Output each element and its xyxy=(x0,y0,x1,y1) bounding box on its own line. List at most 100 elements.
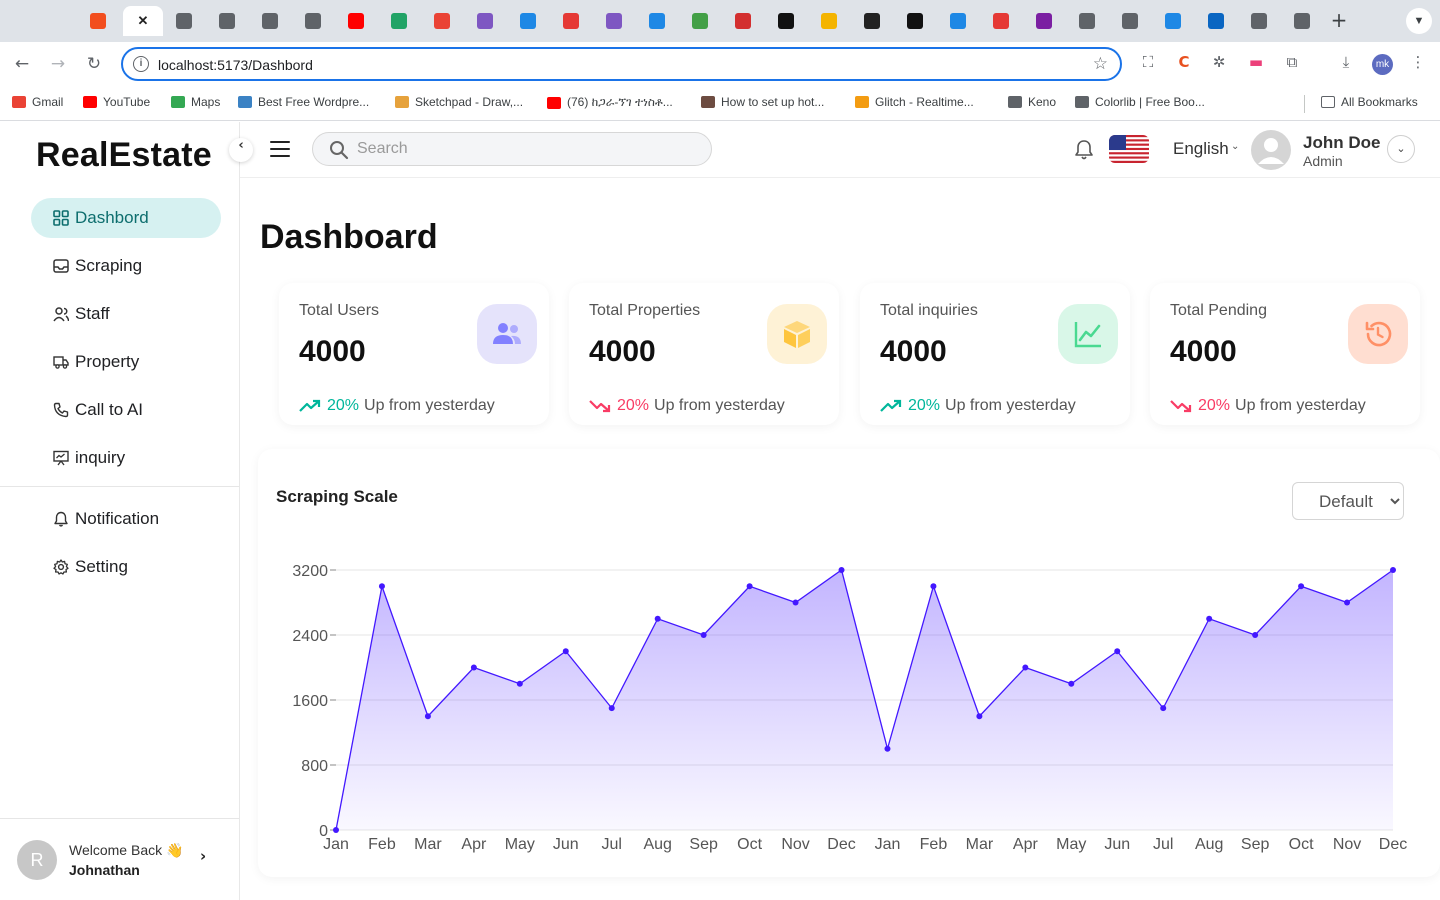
bookmark-item[interactable]: Best Free Wordpre... xyxy=(238,95,369,109)
bookmark-item[interactable]: Keno xyxy=(1008,95,1056,109)
sidebar-item-staff[interactable]: Staff xyxy=(31,294,221,334)
sidebar-item-call-to-ai[interactable]: Call to AI xyxy=(31,390,221,430)
bookmark-item[interactable]: How to set up hot... xyxy=(701,95,824,109)
bookmark-item[interactable]: Colorlib | Free Boo... xyxy=(1075,95,1205,109)
browser-tab[interactable] xyxy=(209,6,245,36)
tab-favicon-icon xyxy=(1208,13,1224,29)
profile-avatar[interactable]: mk xyxy=(1372,54,1393,75)
browser-tab[interactable] xyxy=(553,6,589,36)
tab-search-button[interactable]: ▼ xyxy=(1406,8,1432,34)
tab-favicon-icon xyxy=(993,13,1009,29)
browser-menu-icon[interactable]: ⋮ xyxy=(1407,53,1429,75)
browser-tab[interactable] xyxy=(381,6,417,36)
bookmark-item[interactable]: YouTube xyxy=(83,95,150,109)
stat-label: Total inquiries xyxy=(880,302,978,319)
address-url[interactable]: localhost:5173/Dashbord xyxy=(158,57,313,73)
browser-tab[interactable] xyxy=(768,6,804,36)
search-input[interactable] xyxy=(357,139,697,159)
stat-card: Total Properties 4000 20% Up from yesterday xyxy=(569,283,839,425)
extension-icon[interactable]: C xyxy=(1173,53,1195,75)
bug-extension-icon[interactable]: ✲ xyxy=(1208,53,1230,75)
browser-tab[interactable] xyxy=(596,6,632,36)
browser-tab[interactable] xyxy=(983,6,1019,36)
bookmarks-separator xyxy=(1304,95,1305,113)
back-button[interactable]: ← xyxy=(10,52,34,76)
bookmark-item[interactable]: Maps xyxy=(171,95,220,109)
sidebar-item-property[interactable]: Property xyxy=(31,342,221,382)
bell-icon xyxy=(53,511,69,527)
presentation-icon xyxy=(53,450,69,466)
site-info-icon[interactable]: i xyxy=(133,56,149,72)
screenshot-icon[interactable]: ⛶ xyxy=(1137,53,1159,75)
browser-tab[interactable] xyxy=(854,6,890,36)
bookmark-label: Maps xyxy=(191,95,221,109)
wallet-extension-icon[interactable]: ▬ xyxy=(1245,53,1267,75)
browser-tab[interactable] xyxy=(1284,6,1320,36)
browser-tab[interactable] xyxy=(1241,6,1277,36)
browser-tab[interactable] xyxy=(1198,6,1234,36)
forward-button[interactable]: → xyxy=(46,52,70,76)
browser-tab[interactable] xyxy=(80,6,116,36)
chart-range-select[interactable]: Default xyxy=(1292,482,1404,520)
bookmark-label: Sketchpad - Draw,... xyxy=(415,95,524,109)
downloads-icon[interactable]: ⤓ xyxy=(1335,53,1357,75)
stat-note: Up from yesterday xyxy=(364,397,495,414)
browser-tab[interactable] xyxy=(252,6,288,36)
bookmark-favicon-icon xyxy=(855,96,869,108)
sidebar-item-setting[interactable]: Setting xyxy=(31,547,221,587)
user-avatar[interactable] xyxy=(1251,130,1291,170)
browser-tab[interactable] xyxy=(940,6,976,36)
menu-icon[interactable] xyxy=(270,141,290,157)
tab-favicon-icon xyxy=(950,13,966,29)
browser-tab[interactable] xyxy=(1069,6,1105,36)
browser-tab[interactable] xyxy=(424,6,460,36)
browser-tab[interactable] xyxy=(897,6,933,36)
bookmark-item[interactable]: (76) ከጋራ-ኘገ ተነስቶ... xyxy=(547,95,673,110)
bookmark-item[interactable]: Glitch - Realtime... xyxy=(855,95,974,109)
search-bar[interactable] xyxy=(312,132,712,166)
browser-tab[interactable] xyxy=(1155,6,1191,36)
browser-tab[interactable] xyxy=(725,6,761,36)
bookmark-item[interactable]: Sketchpad - Draw,... xyxy=(395,95,523,109)
close-tab-icon[interactable]: ✕ xyxy=(135,13,151,29)
browser-tab-active[interactable]: ✕ xyxy=(123,6,163,36)
language-select[interactable]: English xyxy=(1173,139,1229,159)
browser-tab[interactable] xyxy=(639,6,675,36)
browser-tab[interactable] xyxy=(811,6,847,36)
welcome-panel[interactable]: R Welcome Back 👋 Johnathan › xyxy=(0,818,239,900)
browser-tab[interactable] xyxy=(1026,6,1062,36)
sidebar-item-scraping[interactable]: Scraping xyxy=(31,246,221,286)
sidebar-item-dashbord[interactable]: Dashbord xyxy=(31,198,221,238)
tab-favicon-icon xyxy=(864,13,880,29)
browser-tab[interactable] xyxy=(682,6,718,36)
reload-button[interactable]: ↻ xyxy=(82,52,106,76)
sidebar-item-inquiry[interactable]: inquiry xyxy=(31,438,221,478)
browser-tab[interactable] xyxy=(510,6,546,36)
user-menu-button[interactable]: ⌄ xyxy=(1387,135,1415,163)
stat-value: 4000 xyxy=(299,335,366,368)
chevron-right-icon[interactable]: › xyxy=(200,847,206,865)
stat-percent: 20% xyxy=(617,397,650,414)
browser-tab[interactable] xyxy=(1112,6,1148,36)
bookmark-star-icon[interactable]: ☆ xyxy=(1093,54,1108,74)
browser-tab[interactable] xyxy=(467,6,503,36)
page-title: Dashboard xyxy=(260,218,438,256)
tab-favicon-icon xyxy=(606,13,622,29)
browser-tab[interactable] xyxy=(166,6,202,36)
chevron-down-icon[interactable]: ⌄ xyxy=(1231,141,1239,152)
us-flag-icon[interactable] xyxy=(1109,135,1149,163)
new-tab-button[interactable]: + xyxy=(1328,9,1350,31)
tab-favicon-icon xyxy=(563,13,579,29)
collapse-sidebar-button[interactable]: ‹ xyxy=(229,138,253,162)
bookmark-item[interactable]: Gmail xyxy=(12,95,63,109)
all-bookmarks-button[interactable]: All Bookmarks xyxy=(1321,95,1418,109)
stat-percent: 20% xyxy=(327,397,360,414)
bookmark-label: Glitch - Realtime... xyxy=(875,95,974,109)
extensions-puzzle-icon[interactable]: ⧉ xyxy=(1281,53,1303,75)
sidebar-item-notification[interactable]: Notification xyxy=(31,499,221,539)
notification-bell-icon[interactable] xyxy=(1074,139,1094,161)
tab-favicon-icon xyxy=(907,13,923,29)
browser-tab[interactable] xyxy=(295,6,331,36)
address-bar[interactable]: i localhost:5173/Dashbord ☆ xyxy=(121,47,1122,81)
browser-tab[interactable] xyxy=(338,6,374,36)
